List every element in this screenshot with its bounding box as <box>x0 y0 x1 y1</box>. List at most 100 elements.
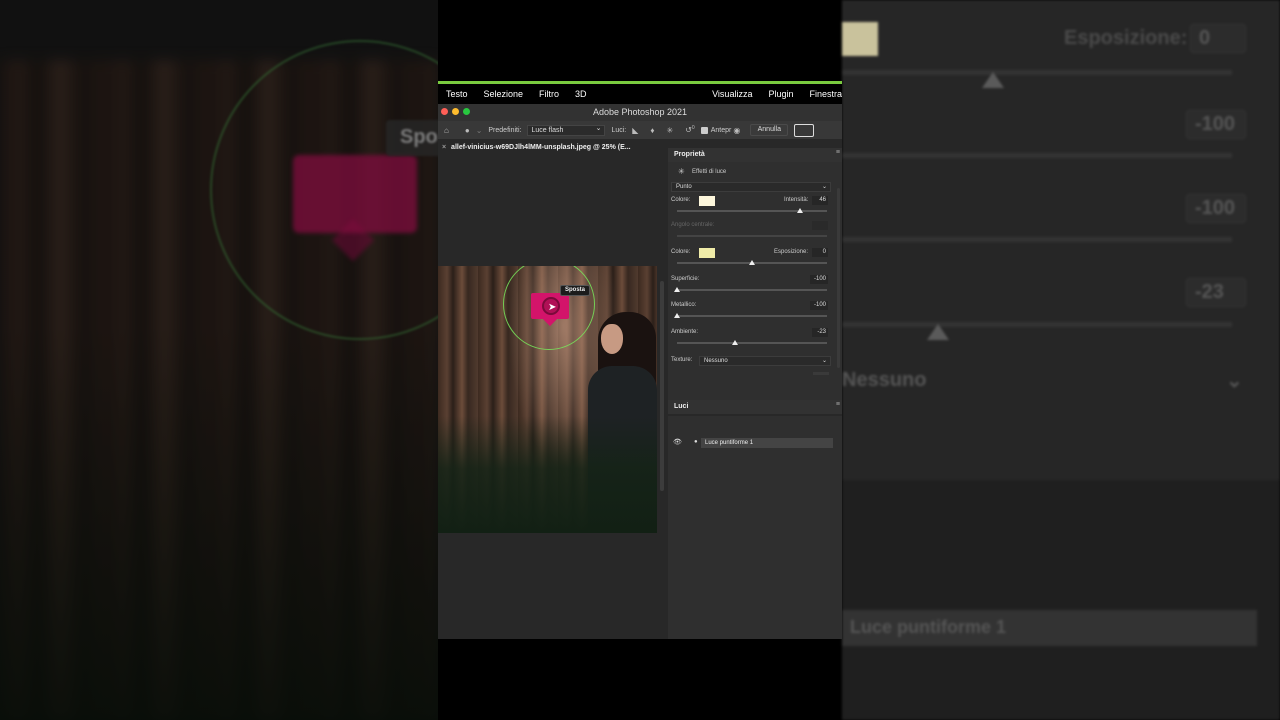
forest-ground <box>438 416 657 533</box>
color2-label: Colore: <box>671 249 691 255</box>
preset-select[interactable]: Luce flash <box>527 124 606 136</box>
window-controls <box>441 108 470 115</box>
document-canvas[interactable]: ➤ Sposta <box>438 266 657 533</box>
backdrop-dim <box>0 0 438 720</box>
backdrop-metallic-value: -100 <box>1186 194 1246 223</box>
ambience-track[interactable] <box>677 342 827 344</box>
menu-visualizza[interactable]: Visualizza <box>704 89 760 99</box>
window-title: Adobe Photoshop 2021 <box>592 107 688 117</box>
light-tool-icon[interactable]: ● <box>465 126 470 135</box>
lights-label: Luci: <box>611 126 627 134</box>
metallic-slider[interactable] <box>674 313 680 318</box>
backdrop-exposure-thumb <box>982 72 1004 88</box>
spot-light-icon[interactable]: ◣ <box>632 126 638 135</box>
cancel-button[interactable]: Annulla <box>750 124 789 136</box>
user-icon: ◉ <box>733 125 741 135</box>
chevron-down-icon: ⌄ <box>821 358 827 364</box>
hidden-field <box>813 372 829 375</box>
preview-checkbox[interactable] <box>700 126 708 134</box>
light-color-swatch[interactable] <box>699 196 715 206</box>
zoom-button[interactable] <box>463 108 470 115</box>
backdrop-texture: Nessuno <box>842 369 927 391</box>
tab-close-icon[interactable]: × <box>442 144 446 151</box>
backdrop-lights-area <box>842 480 1280 720</box>
gloss-track[interactable] <box>677 289 827 291</box>
backdrop-ambience-value: -23 <box>1186 278 1246 307</box>
options-bar: ⌂ ● ⌄ Predefiniti: Luce flash Luci: ◣ ♦ … <box>438 121 842 139</box>
canvas-scrollbar[interactable] <box>660 281 664 491</box>
move-tooltip: Sposta <box>560 285 591 296</box>
menu-filtro[interactable]: Filtro <box>531 89 567 99</box>
gloss-label: Superficie: <box>671 276 700 282</box>
exposure-value[interactable]: 0 <box>812 248 828 257</box>
minimize-button[interactable] <box>452 108 459 115</box>
backdrop-ambience-thumb <box>927 324 949 340</box>
light-layer-row[interactable]: Luce puntiforme 1 <box>701 438 833 448</box>
panel-menu-icon[interactable]: ≡ <box>836 149 840 156</box>
subject-face <box>601 324 623 354</box>
infinite-light-icon[interactable]: ✳ <box>667 126 674 135</box>
lights-panel-menu-icon[interactable]: ≡ <box>836 401 840 408</box>
document-tab-title: allef-vinicius-w69DJlh4lMM-unsplash.jpeg… <box>451 144 631 151</box>
light-type-value: Punto <box>676 184 692 190</box>
reset-icon[interactable]: ↺0 <box>685 125 694 135</box>
menu-selezione[interactable]: Selezione <box>476 89 532 99</box>
ambience-label: Ambiente: <box>671 329 699 335</box>
menu-plugin[interactable]: Plugin <box>760 89 801 99</box>
preset-label: Predefiniti: <box>488 126 522 134</box>
preview-label: Antepr <box>710 126 732 134</box>
menu-bar: Testo Selezione Filtro 3D Visualizza Plu… <box>438 84 842 104</box>
intensity-value[interactable]: 46 <box>812 196 828 205</box>
document-tab[interactable]: × allef-vinicius-w69DJlh4lMM-unsplash.jp… <box>438 139 668 157</box>
backdrop-exposure-value: 0 <box>1190 24 1246 53</box>
properties-title: Proprietà <box>674 151 705 158</box>
close-button[interactable] <box>441 108 448 115</box>
right-backdrop: Esposizione: 0 -100 -100 -23 Nessuno ⌄ L… <box>842 0 1280 720</box>
light-effects-icon: ✳ <box>678 167 685 176</box>
tool-dropdown-icon[interactable]: ⌄ <box>476 126 483 135</box>
gloss-slider[interactable] <box>674 287 680 292</box>
metallic-track[interactable] <box>677 315 827 317</box>
left-backdrop: Spo <box>0 0 438 720</box>
properties-scrollbar[interactable] <box>837 188 840 368</box>
menu-finestra[interactable]: Finestra <box>801 89 842 99</box>
exposure-slider[interactable] <box>749 260 755 265</box>
hotspot-track <box>677 235 827 237</box>
backdrop-exposure-label: Esposizione: <box>1064 27 1188 49</box>
intensity-track[interactable] <box>677 210 827 212</box>
reset-count: 0 <box>691 125 695 132</box>
lights-panel-title: Luci <box>674 403 689 410</box>
backdrop-metallic-track <box>842 237 1232 242</box>
effects-label: Effetti di luce <box>692 169 727 175</box>
backdrop-gloss-value: -100 <box>1186 110 1246 139</box>
texture-value: Nessuno <box>704 358 728 364</box>
intensity-label: Intensità: <box>784 197 809 203</box>
photoshop-window: Testo Selezione Filtro 3D Visualizza Plu… <box>438 81 842 639</box>
title-bar: Adobe Photoshop 2021 <box>438 104 842 121</box>
ok-button[interactable] <box>794 123 815 137</box>
home-icon[interactable]: ⌂ <box>444 126 449 135</box>
hotspot-value <box>812 221 828 230</box>
exposure-label: Esposizione: <box>774 249 809 255</box>
ambient-color-swatch[interactable] <box>699 248 715 258</box>
backdrop-gloss-track <box>842 153 1232 158</box>
menu-3d[interactable]: 3D <box>567 89 595 99</box>
properties-body: ✳ Effetti di luce Punto ⌄ Colore: Intens… <box>668 162 842 400</box>
screen: Spo Esposizione: 0 -100 -100 -23 Nessuno… <box>0 0 1280 720</box>
backdrop-layer-row: Luce puntiforme 1 <box>842 610 1257 646</box>
light-type-select[interactable]: Punto ⌄ <box>671 182 831 192</box>
ambience-value[interactable]: -23 <box>812 328 828 337</box>
ambience-slider[interactable] <box>731 340 738 345</box>
texture-select[interactable]: Nessuno ⌄ <box>699 356 831 366</box>
chevron-down-icon: ⌄ <box>821 184 827 190</box>
gloss-value[interactable]: -100 <box>810 275 828 284</box>
properties-panel: Proprietà ≡ ✳ Effetti di luce Punto ⌄ Co… <box>668 148 842 639</box>
color-label: Colore: <box>671 197 691 203</box>
hotspot-label: Angolo centrale: <box>671 222 715 228</box>
menu-testo[interactable]: Testo <box>438 89 476 99</box>
eye-icon[interactable]: 👁 <box>673 438 682 446</box>
backdrop-ambience-track <box>842 322 1232 327</box>
metallic-value[interactable]: -100 <box>810 301 828 310</box>
intensity-slider[interactable] <box>797 208 803 213</box>
point-light-icon[interactable]: ♦ <box>650 126 654 135</box>
